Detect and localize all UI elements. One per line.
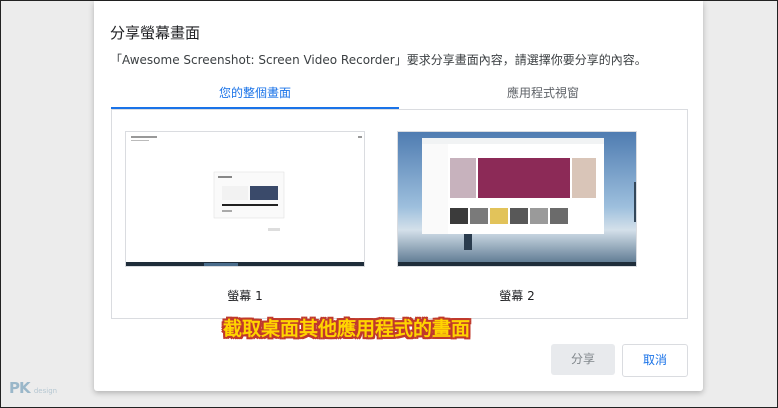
- screen-grid: 螢幕 1 螢幕 2: [111, 109, 688, 319]
- dialog-description: 「Awesome Screenshot: Screen Video Record…: [110, 53, 647, 67]
- cancel-button[interactable]: 取消: [622, 344, 688, 377]
- overlay-caption: 截取桌面其他應用程式的畫面: [223, 318, 471, 340]
- screen-option-2[interactable]: 螢幕 2: [397, 131, 637, 304]
- tab-application-window[interactable]: 應用程式視窗: [399, 79, 687, 109]
- share-tabs: 您的整個畫面 應用程式視窗: [111, 79, 687, 110]
- watermark-logo: PK design: [9, 379, 57, 397]
- screen-2-thumbnail: [397, 131, 637, 267]
- screen-1-preview-image: [126, 132, 364, 266]
- screen-1-thumbnail: [125, 131, 365, 267]
- share-button[interactable]: 分享: [551, 344, 615, 375]
- screen-2-preview-image: [398, 132, 636, 266]
- dialog-title: 分享螢幕畫面: [110, 24, 201, 42]
- screen-1-label: 螢幕 1: [227, 289, 263, 303]
- screen-2-label: 螢幕 2: [499, 289, 535, 303]
- tab-entire-screen[interactable]: 您的整個畫面: [111, 79, 399, 109]
- watermark-small-text: design: [33, 387, 58, 395]
- screen-option-1[interactable]: 螢幕 1: [125, 131, 365, 304]
- watermark-text: PK: [9, 379, 31, 397]
